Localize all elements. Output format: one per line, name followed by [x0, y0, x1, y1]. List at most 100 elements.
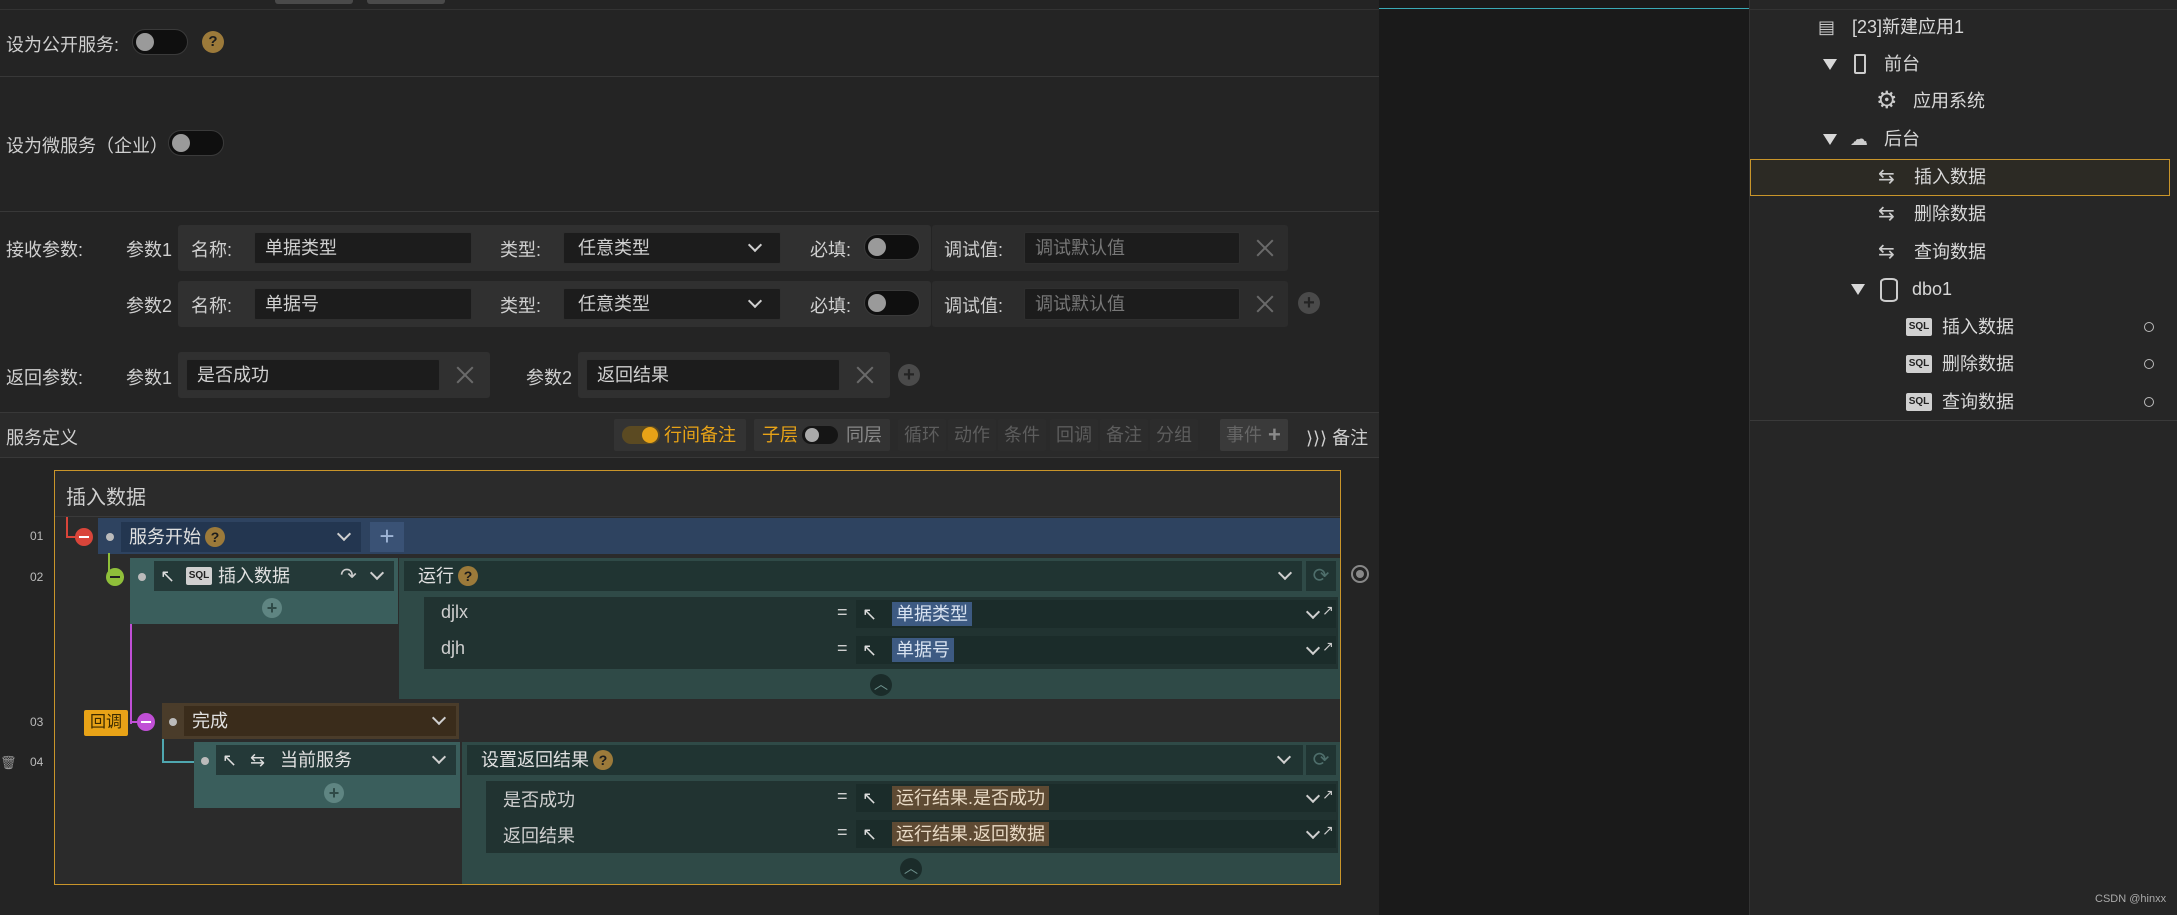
add-substep-icon[interactable]: + [324, 783, 344, 803]
transfer-icon: ⇆ [1878, 166, 1895, 188]
line-number: 03 [30, 715, 44, 729]
help-icon[interactable]: ? [205, 527, 225, 547]
service-start-node[interactable]: 服务开始 ? [121, 522, 361, 552]
note-panel-toggle[interactable]: ⟩⟩⟩ 备注 [1306, 424, 1368, 450]
preview-area [1379, 0, 1749, 915]
current-service-node[interactable]: ↖ ⇆ 当前服务 [216, 745, 456, 775]
loop-button[interactable]: 循环 [898, 419, 946, 451]
database-icon [1880, 278, 1898, 302]
chevron-down-icon [747, 237, 763, 253]
expand-arrow-icon[interactable] [1851, 284, 1865, 295]
result-param-value[interactable]: ↖ 运行结果.返回数据 ↗ [856, 820, 1336, 848]
micro-service-toggle[interactable] [168, 130, 224, 156]
cloud-server-icon: ☁ [1850, 129, 1868, 149]
expand-icon[interactable]: ↗ [1322, 780, 1334, 808]
debug-label: 调试值: [944, 296, 1004, 316]
return-param-input[interactable]: 返回结果 [586, 359, 840, 391]
public-service-help-icon[interactable]: ? [202, 31, 224, 53]
set-result-label: 设置返回结果 [481, 750, 589, 770]
name-label: 名称: [191, 296, 233, 316]
action-button[interactable]: 动作 [948, 419, 996, 451]
done-node[interactable]: 完成 [184, 706, 456, 736]
cursor-icon: ↖ [862, 640, 878, 660]
insert-data-node[interactable]: ↖ SQL 插入数据 ↷ [154, 561, 394, 591]
run-node[interactable]: 运行 ? [404, 561, 1302, 591]
chevron-down-icon [747, 293, 763, 309]
result-param-key: 是否成功 [503, 790, 575, 810]
cursor-icon: ↖ [222, 750, 238, 770]
param-type-value: 任意类型 [578, 238, 650, 258]
required-toggle[interactable] [864, 290, 920, 316]
required-label: 必填: [810, 240, 852, 260]
plus-icon: + [1268, 422, 1281, 447]
share-arrow-icon[interactable]: ↷ [340, 561, 357, 591]
add-step-button[interactable]: + [370, 522, 404, 552]
target-icon[interactable] [1351, 565, 1369, 583]
chevron-down-icon [1276, 749, 1292, 765]
callback-button[interactable]: 回调 [1050, 419, 1098, 451]
type-label: 类型: [500, 240, 542, 260]
event-button[interactable]: 事件 + [1220, 419, 1288, 451]
chevron-down-icon [369, 565, 385, 581]
expand-icon[interactable]: ↗ [1322, 632, 1334, 660]
param-name-input[interactable]: 单据类型 [254, 232, 472, 264]
watermark: CSDN @hinxx [2095, 893, 2167, 905]
required-label: 必填: [810, 296, 852, 316]
return-param-input[interactable]: 是否成功 [186, 359, 440, 391]
help-icon[interactable]: ? [458, 566, 478, 586]
note-button[interactable]: 备注 [1100, 419, 1148, 451]
add-substep-icon[interactable]: + [262, 598, 282, 618]
trash-icon[interactable]: 🗑 [0, 755, 17, 770]
run-param-value[interactable]: ↖ 单据号 ↗ [856, 636, 1336, 664]
set-result-node[interactable]: 设置返回结果 ? [467, 745, 1303, 775]
expand-arrow-icon[interactable] [1823, 59, 1837, 70]
top-tab-stub[interactable] [275, 0, 353, 4]
run-param-key: djlx [441, 602, 469, 622]
line-number: 02 [30, 570, 44, 584]
inline-note-toggle[interactable]: 行间备注 [614, 419, 746, 451]
child-layer-label: 子层 [762, 425, 798, 445]
layer-switch[interactable]: 子层 同层 [754, 419, 890, 451]
service-definition-title: 服务定义 [6, 428, 78, 448]
clear-icon[interactable] [1254, 237, 1276, 259]
help-icon[interactable]: ? [593, 750, 613, 770]
public-service-toggle[interactable] [132, 29, 188, 55]
clear-icon[interactable] [454, 364, 476, 386]
chevron-down-icon [431, 749, 447, 765]
expand-icon[interactable]: ↗ [1322, 596, 1334, 624]
debug-value-input[interactable]: 调试默认值 [1024, 232, 1240, 264]
chevron-down-icon [1277, 565, 1293, 581]
cursor-icon: ↖ [862, 788, 878, 808]
result-param-value[interactable]: ↖ 运行结果.是否成功 ↗ [856, 784, 1336, 812]
expand-icon[interactable]: ↗ [1322, 816, 1334, 844]
param-type-select[interactable]: 任意类型 [563, 288, 781, 320]
param-name-input[interactable]: 单据号 [254, 288, 472, 320]
name-label: 名称: [191, 240, 233, 260]
debug-value-input[interactable]: 调试默认值 [1024, 288, 1240, 320]
app-icon: ▤ [1818, 17, 1836, 37]
top-tab-stub[interactable] [367, 0, 445, 4]
chevron-down-icon [1305, 824, 1321, 840]
clear-icon[interactable] [854, 364, 876, 386]
param-type-select[interactable]: 任意类型 [563, 232, 781, 264]
chevron-down-icon [1305, 640, 1321, 656]
expand-arrow-icon[interactable] [1823, 134, 1837, 145]
condition-button[interactable]: 条件 [998, 419, 1046, 451]
line-number: 04 [30, 755, 44, 769]
collapse-icon[interactable] [75, 528, 93, 546]
collapse-icon[interactable] [137, 713, 155, 731]
run-param-value[interactable]: ↖ 单据类型 ↗ [856, 600, 1336, 628]
collapse-up-icon[interactable]: ︿ [900, 858, 922, 880]
group-button[interactable]: 分组 [1150, 419, 1198, 451]
refresh-icon[interactable]: ⟳ [1306, 561, 1336, 591]
add-return-param-icon[interactable]: + [898, 364, 920, 386]
chevron-down-icon [431, 710, 447, 726]
tree-item-label: 删除数据 [1942, 354, 2014, 374]
clear-icon[interactable] [1254, 293, 1276, 315]
collapse-up-icon[interactable]: ︿ [870, 674, 892, 696]
add-param-icon[interactable]: + [1298, 292, 1320, 314]
collapse-icon[interactable] [106, 568, 124, 586]
required-toggle[interactable] [864, 234, 920, 260]
receive-param-id: 参数1 [126, 240, 173, 260]
refresh-icon[interactable]: ⟳ [1306, 745, 1336, 775]
